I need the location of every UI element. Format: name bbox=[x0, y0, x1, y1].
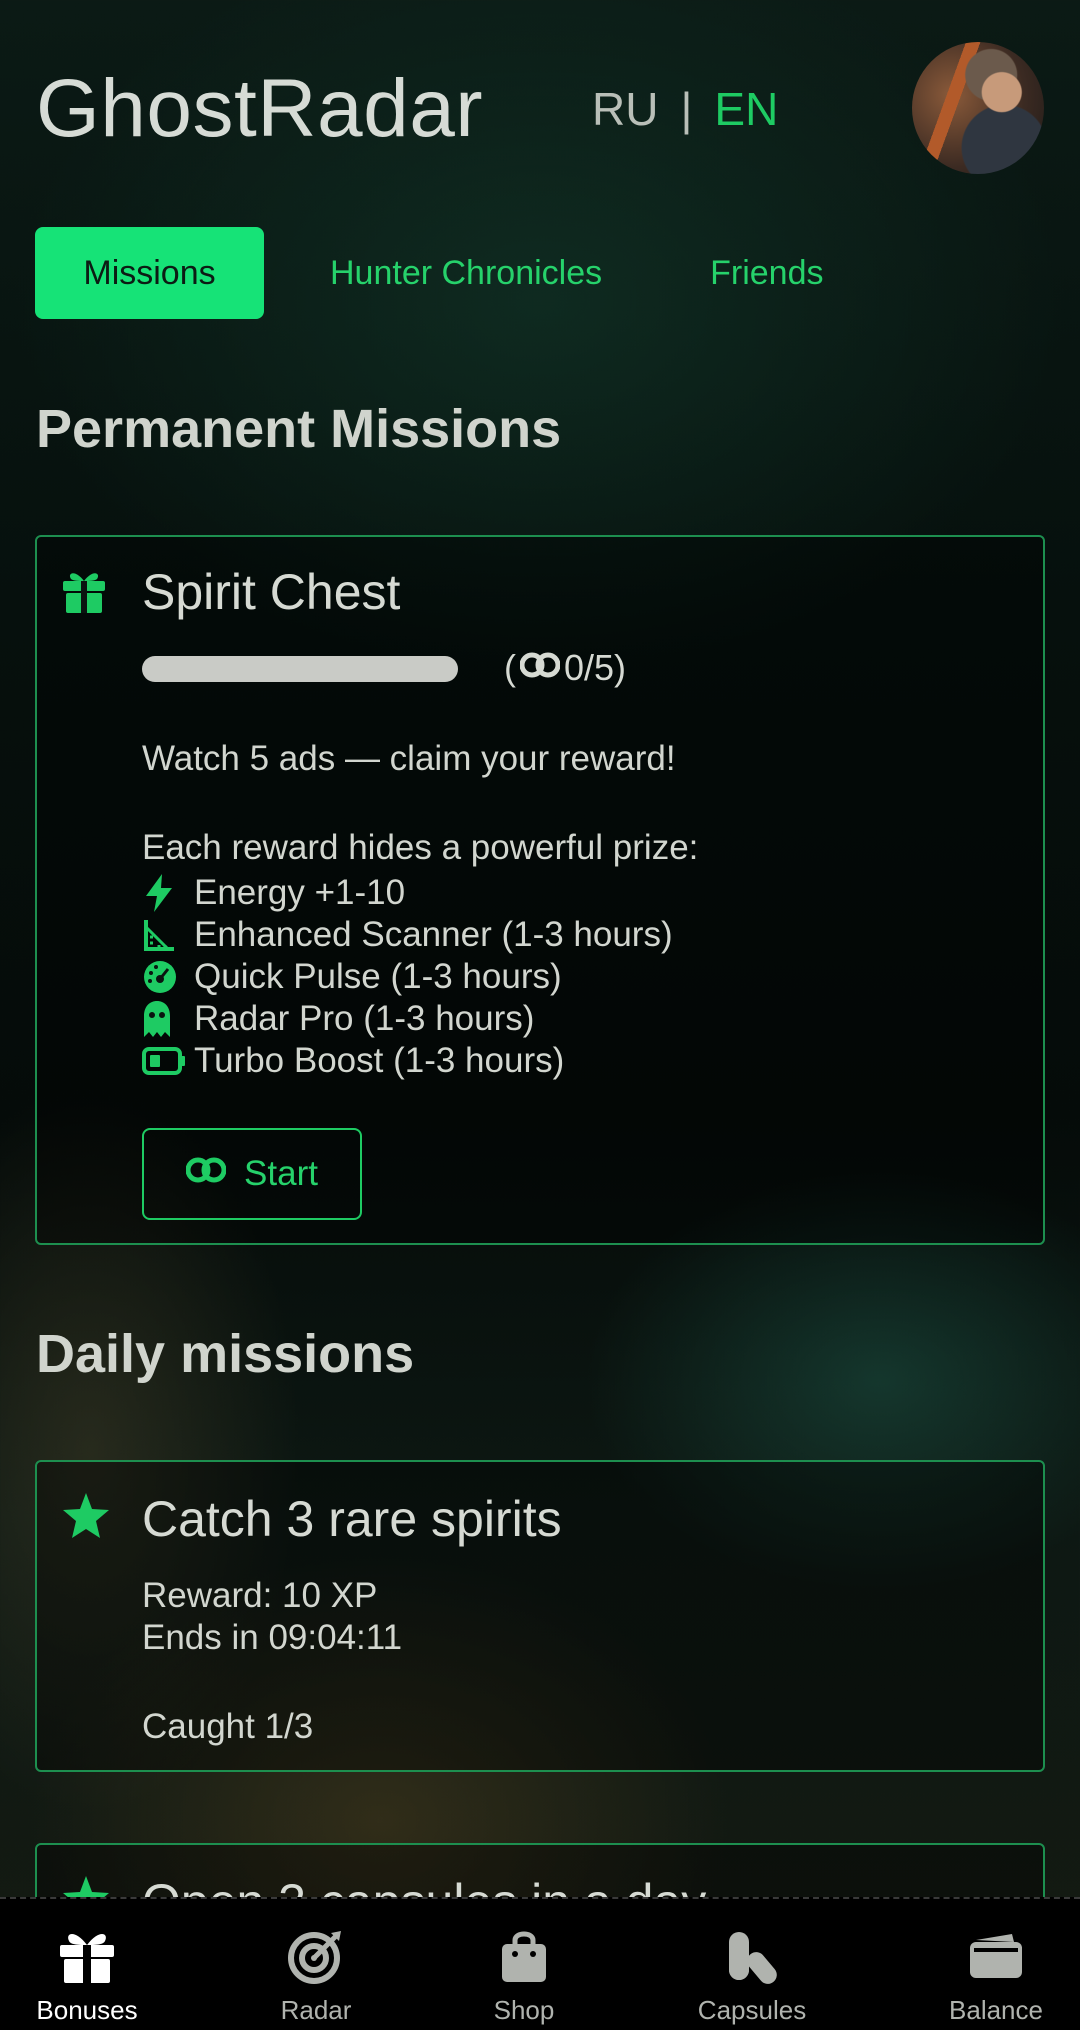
spirit-chest-card: Spirit Chest ( 0/5) Watch 5 ads — claim … bbox=[35, 535, 1045, 1245]
ad-icon bbox=[185, 1154, 227, 1194]
list-item: Radar Pro (1-3 hours) bbox=[142, 998, 673, 1040]
nav-bonuses[interactable]: Bonuses bbox=[28, 1899, 146, 2030]
list-item: Quick Pulse (1-3 hours) bbox=[142, 956, 673, 998]
gift-icon bbox=[61, 567, 107, 620]
nav-label: Balance bbox=[949, 1995, 1043, 2025]
daily-mission-card: Catch 3 rare spirits Reward: 10 XP Ends … bbox=[35, 1460, 1045, 1772]
radar-icon bbox=[287, 1921, 345, 1991]
app-title: GhostRadar bbox=[36, 63, 484, 154]
card-title: Spirit Chest bbox=[142, 564, 401, 620]
nav-label: Shop bbox=[493, 1995, 555, 2025]
permanent-missions-heading: Permanent Missions bbox=[36, 399, 562, 459]
star-icon bbox=[61, 1492, 111, 1545]
tab-missions[interactable]: Missions bbox=[35, 227, 264, 319]
list-item: Turbo Boost (1-3 hours) bbox=[142, 1040, 673, 1082]
avatar[interactable] bbox=[912, 42, 1044, 174]
lang-separator: | bbox=[680, 83, 693, 135]
nav-label: Bonuses bbox=[36, 1995, 138, 2025]
nav-label: Capsules bbox=[697, 1995, 807, 2025]
capsules-icon bbox=[723, 1921, 781, 1991]
reward-label: Quick Pulse (1-3 hours) bbox=[194, 957, 562, 996]
progress-open-paren: ( bbox=[504, 647, 516, 688]
nav-label: Radar bbox=[280, 1995, 352, 2025]
list-item: Enhanced Scanner (1-3 hours) bbox=[142, 914, 673, 956]
tab-bar: Missions Hunter Chronicles Friends bbox=[35, 227, 824, 319]
battery-icon bbox=[142, 1046, 194, 1076]
progress-count: 0/5) bbox=[564, 647, 627, 688]
tab-friends[interactable]: Friends bbox=[710, 227, 823, 319]
reward-label: Turbo Boost (1-3 hours) bbox=[194, 1041, 565, 1080]
reward-label: Energy +1-10 bbox=[194, 873, 406, 912]
ends-in-text: Ends in 09:04:11 bbox=[142, 1618, 403, 1657]
reward-label: Radar Pro (1-3 hours) bbox=[194, 999, 535, 1038]
ads-progress-label: ( 0/5) bbox=[504, 647, 626, 689]
list-item: Energy +1-10 bbox=[142, 872, 673, 914]
watch-ads-text: Watch 5 ads — claim your reward! bbox=[142, 739, 676, 778]
language-switcher: RU | EN bbox=[592, 82, 778, 136]
nav-capsules[interactable]: Capsules bbox=[690, 1899, 814, 2030]
reward-list: Energy +1-10 Enhanced Scanner (1-3 hours… bbox=[142, 872, 673, 1082]
prize-intro-text: Each reward hides a powerful prize: bbox=[142, 828, 699, 867]
start-button-label: Start bbox=[244, 1154, 318, 1193]
card-title: Catch 3 rare spirits bbox=[142, 1491, 562, 1547]
bottom-nav: Bonuses Radar Shop Capsules Balance bbox=[0, 1897, 1080, 2030]
wallet-icon bbox=[968, 1921, 1024, 1991]
header: GhostRadar RU | EN bbox=[0, 0, 1080, 220]
ad-icon bbox=[519, 647, 561, 689]
ghost-icon bbox=[142, 1000, 194, 1038]
shopping-bag-icon bbox=[499, 1921, 549, 1991]
reward-label: Enhanced Scanner (1-3 hours) bbox=[194, 915, 673, 954]
daily-missions-heading: Daily missions bbox=[36, 1324, 415, 1384]
nav-balance[interactable]: Balance bbox=[944, 1899, 1048, 2030]
app-screen: GhostRadar RU | EN Missions Hunter Chron… bbox=[0, 0, 1080, 2030]
ads-progress-bar bbox=[142, 656, 458, 682]
ruler-angle-icon bbox=[142, 917, 194, 953]
nav-radar[interactable]: Radar bbox=[270, 1899, 362, 2030]
gauge-icon bbox=[142, 959, 194, 995]
nav-shop[interactable]: Shop bbox=[484, 1899, 564, 2030]
bolt-icon bbox=[142, 873, 194, 913]
progress-text: Caught 1/3 bbox=[142, 1707, 314, 1746]
reward-text: Reward: 10 XP bbox=[142, 1576, 378, 1615]
lang-en-button[interactable]: EN bbox=[714, 82, 778, 136]
start-button[interactable]: Start bbox=[142, 1128, 362, 1220]
lang-ru-button[interactable]: RU bbox=[592, 82, 658, 136]
tab-hunter-chronicles[interactable]: Hunter Chronicles bbox=[330, 227, 602, 319]
gift-icon bbox=[57, 1921, 117, 1991]
